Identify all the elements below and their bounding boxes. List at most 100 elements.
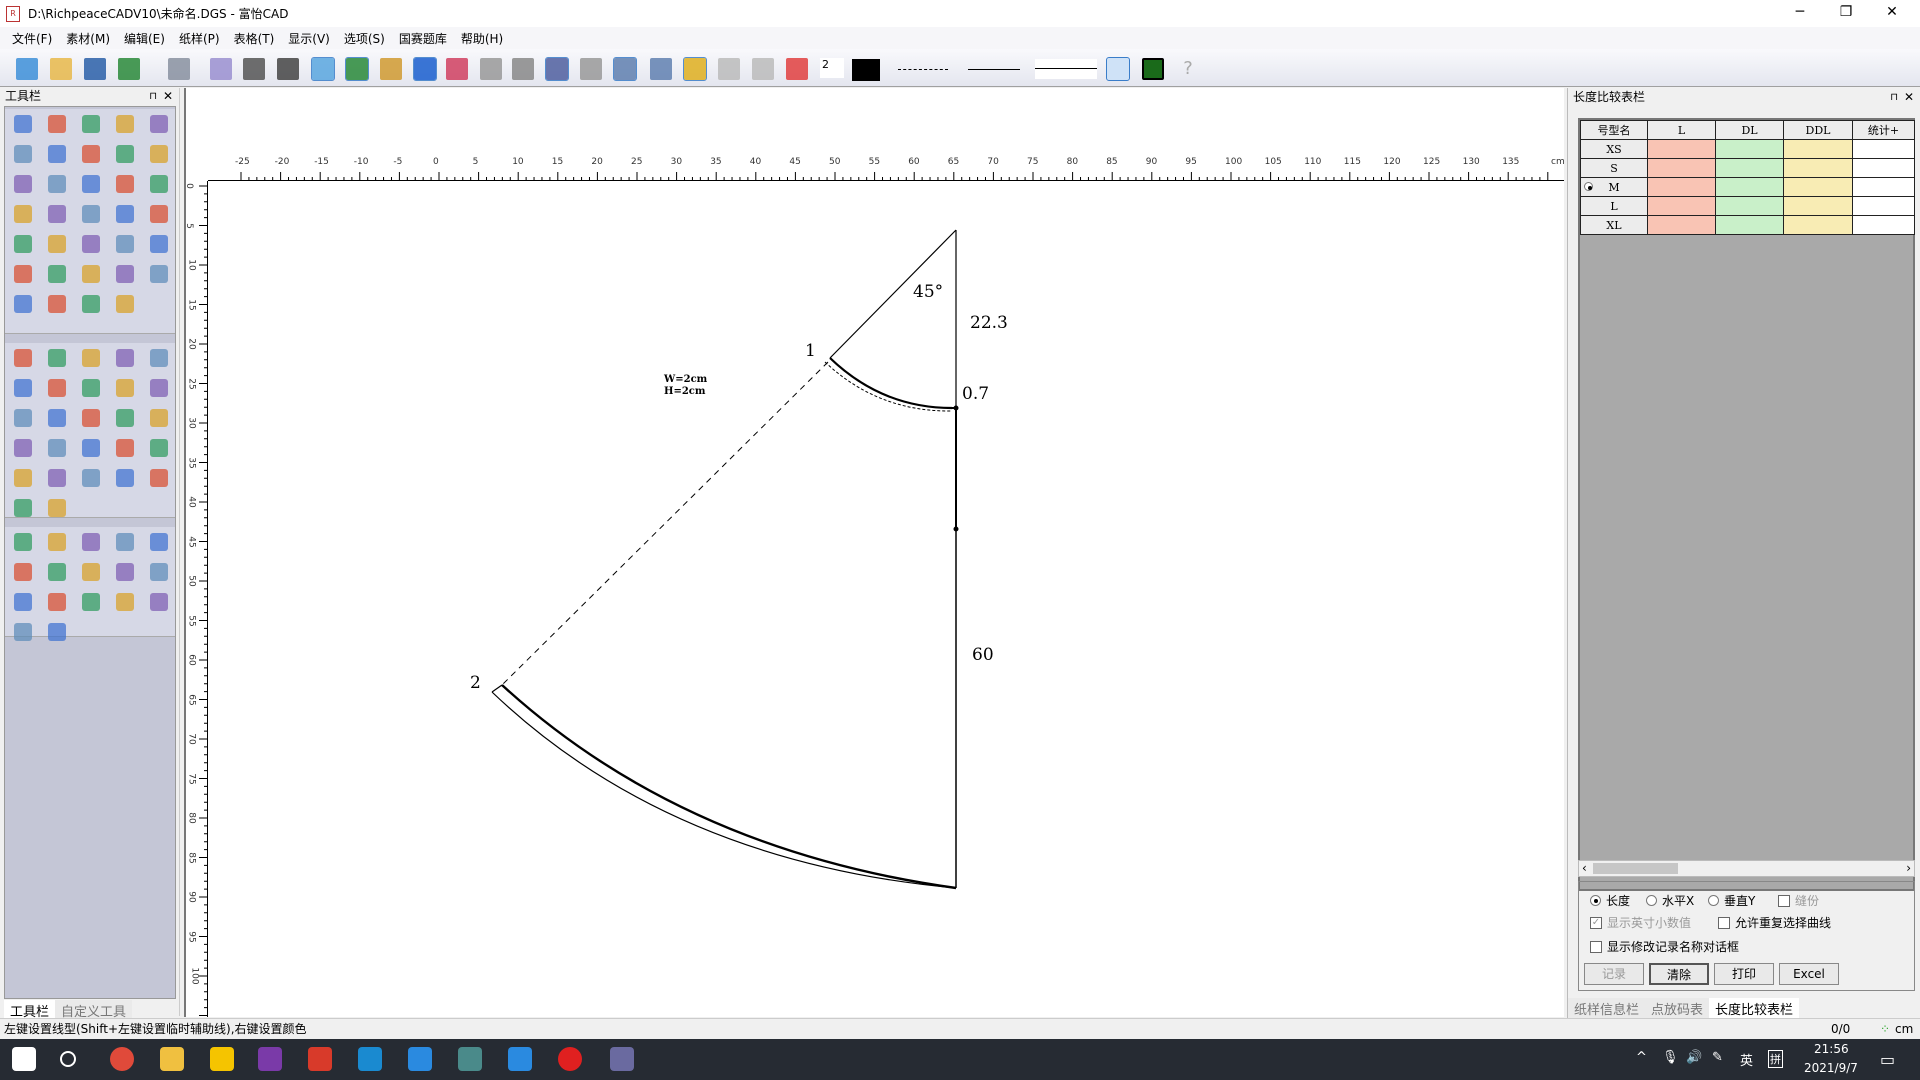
DDL-cell[interactable]	[1783, 158, 1853, 178]
file-explorer-icon[interactable]	[160, 1047, 184, 1071]
adjust-tool-icon[interactable]	[45, 112, 69, 136]
angle-icon[interactable]	[147, 590, 171, 614]
start-icon[interactable]	[12, 1047, 36, 1071]
arch-icon[interactable]	[79, 590, 103, 614]
close-button[interactable]: ✕	[1869, 0, 1915, 27]
tab-grade-table[interactable]: 点放码表	[1645, 998, 1710, 1019]
pleat-icon[interactable]	[79, 346, 103, 370]
pen-icon[interactable]: ✎	[1712, 1050, 1723, 1065]
horizontal-grade-icon[interactable]	[11, 620, 35, 644]
color-swatch[interactable]	[852, 59, 880, 81]
col-L[interactable]: L	[1647, 120, 1716, 140]
rotate-piece-icon[interactable]	[79, 406, 103, 430]
mountain-icon[interactable]	[45, 262, 69, 286]
copy-grade-icon[interactable]	[45, 530, 69, 554]
print-button[interactable]: 打印	[1714, 963, 1774, 985]
tab-pattern-info[interactable]: 纸样信息栏	[1568, 998, 1646, 1019]
stats-cell[interactable]	[1852, 158, 1915, 178]
plotter-icon[interactable]	[243, 58, 265, 80]
ruler-icon[interactable]	[11, 142, 35, 166]
waist-curve[interactable]	[829, 357, 953, 410]
blocks-icon[interactable]	[45, 232, 69, 256]
seam-triangles-icon[interactable]	[1106, 57, 1130, 81]
compass-icon[interactable]	[79, 172, 103, 196]
menu-view[interactable]: 显示(V)	[288, 30, 330, 47]
point-marker[interactable]	[953, 526, 959, 532]
hem-seam-allowance[interactable]	[491, 691, 957, 889]
volume-icon[interactable]: 🔊	[1686, 1050, 1702, 1065]
mirror-icon[interactable]	[79, 232, 103, 256]
DL-cell[interactable]	[1715, 215, 1784, 235]
body-icon[interactable]	[11, 436, 35, 460]
sleeve-icon[interactable]	[113, 346, 137, 370]
mail-icon[interactable]	[508, 1047, 532, 1071]
col-DDL[interactable]: DDL	[1783, 120, 1853, 140]
house-icon[interactable]	[147, 232, 171, 256]
semicircle-icon[interactable]	[11, 232, 35, 256]
seam-icon[interactable]	[147, 406, 171, 430]
save-icon[interactable]	[84, 58, 106, 80]
open-folder-icon[interactable]	[50, 58, 72, 80]
line-style-dropdown[interactable]	[968, 69, 1020, 70]
distance-icon[interactable]	[79, 560, 103, 584]
DDL-cell[interactable]	[1783, 177, 1853, 197]
table-row[interactable]: L	[1580, 196, 1915, 216]
brush-icon[interactable]	[480, 58, 502, 80]
fold-icon[interactable]	[147, 346, 171, 370]
point-grid-icon[interactable]	[545, 57, 569, 81]
eraser-icon[interactable]	[210, 58, 232, 80]
curve-grade-icon[interactable]	[45, 560, 69, 584]
stats-cell[interactable]	[1852, 177, 1915, 197]
grade-point-icon[interactable]	[11, 530, 35, 554]
smart-pen-icon[interactable]	[79, 112, 103, 136]
size-name-cell[interactable]: M	[1580, 177, 1648, 197]
edge-icon[interactable]	[358, 1047, 382, 1071]
arc-icon[interactable]	[45, 172, 69, 196]
grade-align-icon[interactable]	[147, 530, 171, 554]
menu-table[interactable]: 表格(T)	[234, 30, 275, 47]
table-row[interactable]: M	[1580, 177, 1915, 197]
col-stats[interactable]: 统计+	[1852, 120, 1915, 140]
chrome-icon[interactable]	[110, 1047, 134, 1071]
redo-icon[interactable]	[168, 58, 190, 80]
ruler-icon[interactable]	[650, 58, 672, 80]
pen-style-dropdown[interactable]	[1035, 59, 1097, 79]
split-icon[interactable]	[113, 406, 137, 430]
arc-cut-icon[interactable]	[45, 142, 69, 166]
side-seam-top[interactable]	[952, 407, 957, 529]
flat-icon[interactable]	[45, 466, 69, 490]
pin-icon[interactable]: ⊓	[149, 88, 157, 105]
dart-icon[interactable]	[11, 376, 35, 400]
piece-icon[interactable]	[11, 346, 35, 370]
excel-button[interactable]: Excel	[1779, 963, 1839, 985]
shirt-icon[interactable]	[718, 58, 740, 80]
pocket-icon[interactable]	[45, 346, 69, 370]
close-panel-icon[interactable]: ✕	[1904, 89, 1914, 106]
table-row[interactable]: XS	[1580, 139, 1915, 159]
cut-piece-icon[interactable]	[11, 406, 35, 430]
menu-contest-bank[interactable]: 国赛题库	[399, 30, 447, 47]
arc-grade-icon[interactable]	[147, 560, 171, 584]
stack-layers-icon[interactable]	[11, 496, 35, 520]
record-button[interactable]: 记录	[1584, 963, 1644, 985]
scatter-icon[interactable]	[147, 466, 171, 490]
grain-icon[interactable]	[79, 466, 103, 490]
star-icon[interactable]	[683, 57, 707, 81]
clear-button[interactable]: 清除	[1649, 963, 1709, 985]
menu-material[interactable]: 素材(M)	[66, 30, 110, 47]
size-name-cell[interactable]: S	[1580, 158, 1648, 178]
DDL-cell[interactable]	[1783, 196, 1853, 216]
dart-grade-icon[interactable]	[45, 590, 69, 614]
horizontal-scrollbar[interactable]: ‹ ›	[1578, 860, 1915, 877]
bottle-icon[interactable]	[79, 262, 103, 286]
shapes-icon[interactable]	[113, 262, 137, 286]
spiral-icon[interactable]	[147, 262, 171, 286]
table-row[interactable]: XL	[1580, 215, 1915, 235]
DL-cell[interactable]	[1715, 177, 1784, 197]
L-cell[interactable]	[1647, 158, 1716, 178]
menu-edit[interactable]: 编辑(E)	[124, 30, 165, 47]
DL-cell[interactable]	[1715, 158, 1784, 178]
drawing-canvas[interactable]: -25 -20 -15 -10 -5 0 5 10 15 20 25 30 35 40 45 50 55 60 65…	[184, 88, 1565, 1017]
L-cell[interactable]	[1647, 196, 1716, 216]
label-icon[interactable]	[147, 172, 171, 196]
